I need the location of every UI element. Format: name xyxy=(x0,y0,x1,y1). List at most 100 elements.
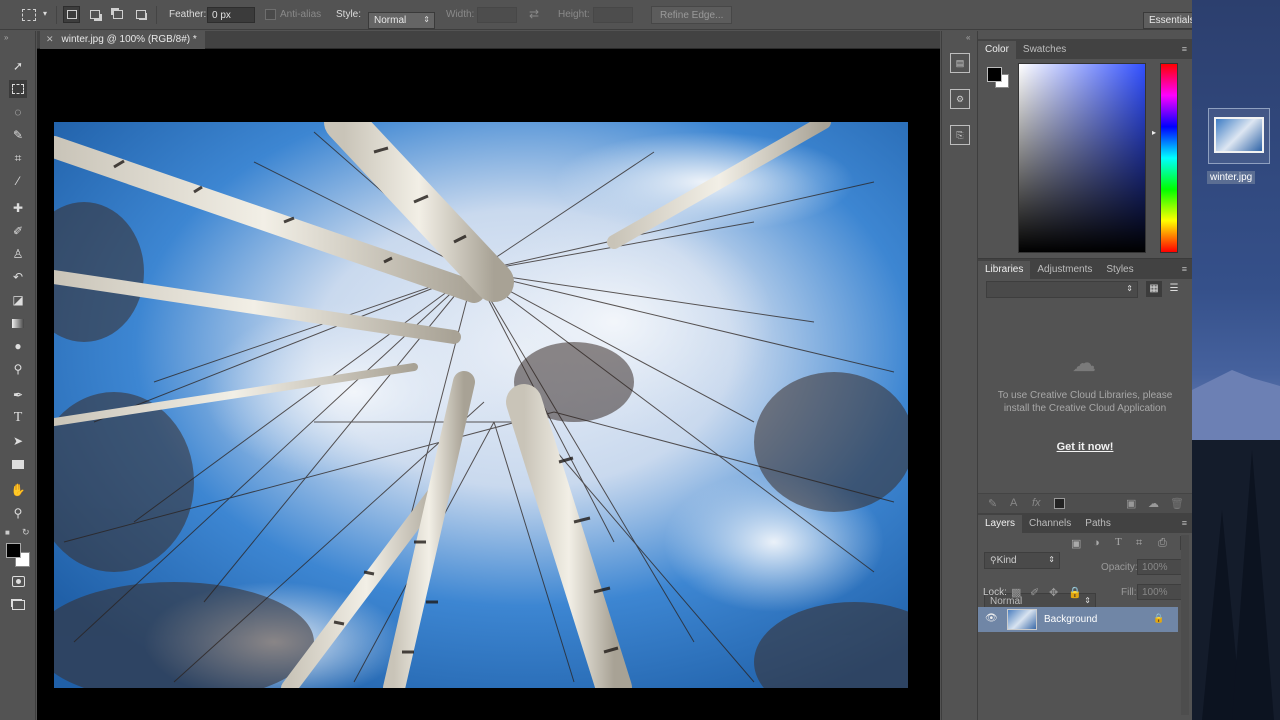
collapse-tools-icon[interactable]: » xyxy=(4,33,8,42)
filter-smart-object-icon[interactable]: ⎙ xyxy=(1158,537,1167,550)
filter-shape-icon[interactable]: ⌗ xyxy=(1136,537,1142,550)
expand-panels-icon[interactable]: « xyxy=(966,33,970,42)
history-brush-tool-icon[interactable]: ↶ xyxy=(9,268,27,286)
filter-type-icon[interactable]: T xyxy=(1115,536,1122,548)
default-colors-icon[interactable]: ■ xyxy=(5,528,10,537)
layer-row-background[interactable]: 👁 Background 🔒 xyxy=(978,607,1178,632)
rectangular-marquee-preset-icon[interactable] xyxy=(22,9,36,21)
canvas-area[interactable] xyxy=(37,49,940,720)
tab-channels[interactable]: Channels xyxy=(1022,515,1078,533)
gradient-tool-icon[interactable] xyxy=(9,314,27,332)
add-layer-style-icon[interactable]: fx xyxy=(1032,497,1041,509)
lock-image-icon[interactable]: ✐ xyxy=(1030,586,1039,599)
sync-cloud-icon[interactable]: ☁ xyxy=(1148,497,1159,510)
intersect-selection-icon[interactable] xyxy=(132,6,149,23)
close-tab-icon[interactable]: ✕ xyxy=(46,34,54,44)
blur-tool-icon[interactable]: ● xyxy=(9,337,27,355)
trash-icon[interactable]: 🗑 xyxy=(1170,497,1184,510)
swap-width-height-icon[interactable]: ⇄ xyxy=(529,7,539,21)
swap-colors-icon[interactable]: ↻ xyxy=(22,527,30,538)
hue-slider-handle[interactable]: ▸ xyxy=(1152,128,1156,137)
quick-mask-icon[interactable] xyxy=(9,572,27,590)
panel-menu-icon[interactable]: ≡ xyxy=(1182,518,1187,528)
anti-alias-checkbox[interactable] xyxy=(265,9,276,20)
path-selection-tool-icon[interactable]: ➤ xyxy=(9,432,27,450)
add-color-icon[interactable] xyxy=(1054,498,1065,509)
quick-selection-tool-icon[interactable]: ✎ xyxy=(9,126,27,144)
divider xyxy=(156,6,157,24)
panel-menu-icon[interactable]: ≡ xyxy=(1182,264,1187,274)
feather-input[interactable]: 0 px xyxy=(207,7,255,23)
move-tool-icon[interactable]: ➚ xyxy=(9,57,27,75)
stock-icon[interactable]: ▣ xyxy=(1126,497,1136,510)
layer-name[interactable]: Background xyxy=(1044,614,1097,625)
properties-panel-icon[interactable]: ⚙ xyxy=(950,89,970,109)
eyedropper-tool-icon[interactable]: ⁄ xyxy=(9,172,27,190)
tab-paths[interactable]: Paths xyxy=(1078,515,1118,533)
lock-transparent-icon[interactable]: ▩ xyxy=(1011,586,1021,599)
rectangle-tool-icon[interactable] xyxy=(9,455,27,473)
list-view-icon[interactable]: ☰ xyxy=(1166,281,1182,297)
lock-position-icon[interactable]: ✥ xyxy=(1049,586,1058,599)
tab-styles[interactable]: Styles xyxy=(1099,261,1140,279)
divider xyxy=(56,6,57,24)
collapsed-panels-column: « ▤ ⚙ ⎘ xyxy=(941,31,976,720)
crop-tool-icon[interactable]: ⌗ xyxy=(9,149,27,167)
refine-edge-button[interactable]: Refine Edge... xyxy=(651,6,733,24)
opacity-label: Opacity: xyxy=(1101,562,1138,573)
search-icon: ⚲ xyxy=(990,555,997,565)
color-field[interactable] xyxy=(1018,63,1146,253)
brush-presets-panel-icon[interactable]: ⎘ xyxy=(950,125,970,145)
eraser-tool-icon[interactable]: ◪ xyxy=(9,291,27,309)
tab-swatches[interactable]: Swatches xyxy=(1016,41,1073,59)
brush-tool-icon[interactable]: ✐ xyxy=(9,222,27,240)
layer-filter-kind-value: Kind xyxy=(996,555,1017,566)
document-tab[interactable]: ✕ winter.jpg @ 100% (RGB/8#) * xyxy=(40,31,205,49)
add-character-style-icon[interactable]: A xyxy=(1010,497,1017,509)
hue-slider[interactable] xyxy=(1160,63,1178,253)
height-label: Height: xyxy=(558,9,590,20)
tool-preset-chevron-icon[interactable]: ▾ xyxy=(43,9,47,18)
tab-layers[interactable]: Layers xyxy=(978,515,1023,533)
library-select-dropdown[interactable]: ⇕ xyxy=(986,281,1138,298)
lasso-tool-icon[interactable]: ◌ xyxy=(9,103,27,121)
add-to-selection-icon[interactable] xyxy=(86,6,103,23)
desktop-file-label[interactable]: winter.jpg xyxy=(1207,171,1256,184)
clone-stamp-tool-icon[interactable]: ♙ xyxy=(9,245,27,263)
style-dropdown[interactable]: Normal ⇕ xyxy=(368,12,435,29)
tab-color[interactable]: Color xyxy=(978,41,1016,59)
fill-input[interactable]: 100% xyxy=(1137,584,1185,600)
hand-tool-icon[interactable]: ✋ xyxy=(9,481,27,499)
updown-arrow-icon: ⇕ xyxy=(1084,596,1091,605)
grid-view-icon[interactable]: ▦ xyxy=(1146,281,1162,297)
zoom-tool-icon[interactable]: ⚲ xyxy=(9,504,27,522)
dodge-tool-icon[interactable]: ⚲ xyxy=(9,360,27,378)
width-input[interactable] xyxy=(477,7,517,23)
new-selection-icon[interactable] xyxy=(63,6,80,23)
rectangular-marquee-tool-icon[interactable] xyxy=(9,80,27,98)
type-tool-icon[interactable]: T xyxy=(9,409,27,427)
history-panel-icon[interactable]: ▤ xyxy=(950,53,970,73)
height-input[interactable] xyxy=(593,7,633,23)
opacity-input[interactable]: 100% xyxy=(1137,559,1185,575)
healing-brush-tool-icon[interactable]: ✚ xyxy=(9,199,27,217)
get-it-now-link[interactable]: Get it now! xyxy=(996,441,1174,453)
desktop-background: winter.jpg xyxy=(1192,0,1280,720)
filter-adjustment-icon[interactable]: ◑ xyxy=(1093,537,1100,549)
color-foreground-swatch[interactable] xyxy=(987,67,1002,82)
foreground-color-swatch[interactable] xyxy=(6,543,21,558)
layers-scrollbar[interactable] xyxy=(1181,535,1189,715)
subtract-from-selection-icon[interactable] xyxy=(109,6,126,23)
screen-mode-icon[interactable] xyxy=(9,596,27,614)
add-graphic-icon[interactable]: ✎ xyxy=(988,497,997,510)
lock-all-icon[interactable]: 🔒 xyxy=(1068,586,1082,599)
visibility-eye-icon[interactable]: 👁 xyxy=(985,613,998,624)
tab-libraries[interactable]: Libraries xyxy=(978,261,1031,279)
desktop-file-icon[interactable] xyxy=(1208,108,1270,164)
winter-photo[interactable] xyxy=(54,122,908,688)
pen-tool-icon[interactable]: ✒ xyxy=(9,386,27,404)
layer-filter-kind-dropdown[interactable]: ⚲Kind ⇕ xyxy=(984,552,1060,569)
tab-adjustments[interactable]: Adjustments xyxy=(1030,261,1099,279)
panel-menu-icon[interactable]: ≡ xyxy=(1182,44,1187,54)
filter-pixel-icon[interactable]: ▣ xyxy=(1071,537,1081,550)
